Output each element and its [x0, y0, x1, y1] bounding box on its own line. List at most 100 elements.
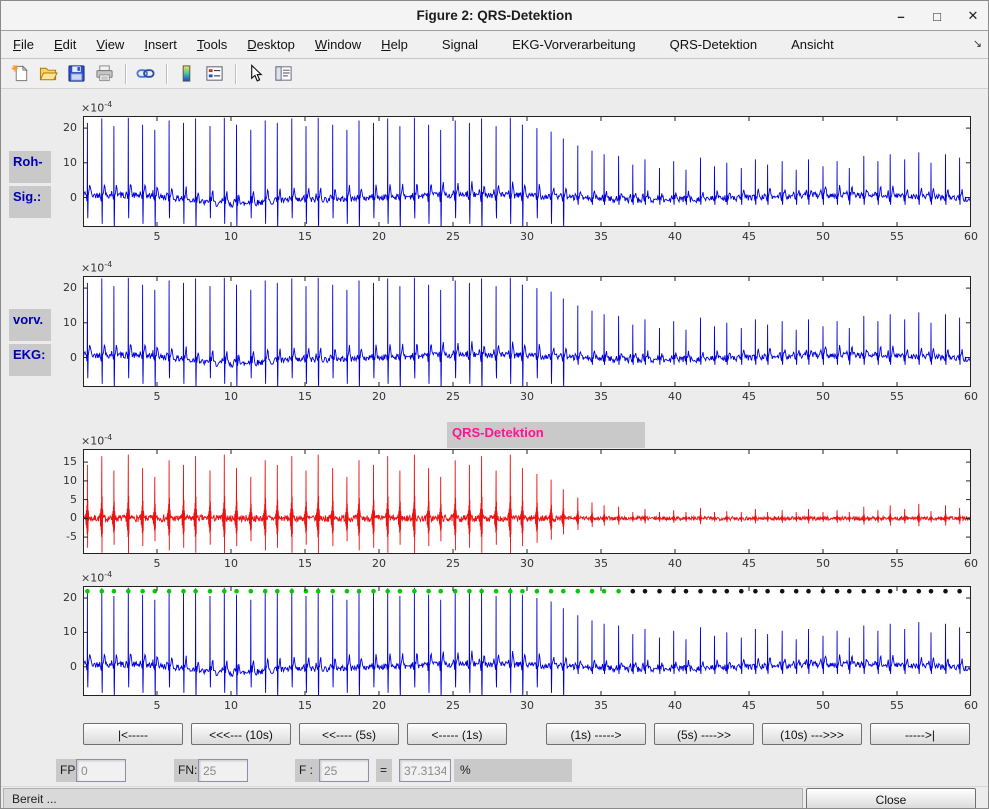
x-tick-label: 25 [436, 230, 470, 243]
missed-beat-marker [929, 589, 934, 594]
plot-canvas-detektion-marker [83, 586, 971, 696]
menu-qrs-detektion[interactable]: QRS-Detektion [660, 33, 767, 56]
x-tick-label: 10 [214, 699, 248, 712]
missed-beat-marker [643, 589, 648, 594]
maximize-button[interactable]: □ [930, 9, 944, 24]
x-tick-label: 60 [954, 557, 988, 570]
f-label: F : [295, 759, 319, 782]
legend-icon[interactable] [201, 62, 227, 86]
menu-view[interactable]: View [86, 33, 134, 56]
x-tick-label: 10 [214, 557, 248, 570]
close-window-button[interactable]: ✕ [966, 8, 980, 24]
nav-fwd-5s-button[interactable]: (5s) ---->> [654, 723, 754, 745]
y-exponent-label: ×10-4 [81, 433, 112, 448]
fp-field[interactable] [76, 759, 126, 782]
detected-beat-marker [222, 589, 227, 594]
detected-beat-marker [494, 589, 499, 594]
y-tick-label: -5 [45, 530, 77, 543]
detected-beat-marker [616, 589, 621, 594]
colorbar-icon[interactable] [173, 62, 199, 86]
missed-beat-marker [698, 589, 703, 594]
nav-back-10s-button[interactable]: <<<--- (10s) [191, 723, 291, 745]
detected-beat-marker [140, 589, 145, 594]
f-field[interactable] [319, 759, 369, 782]
detected-beat-marker [167, 589, 172, 594]
x-tick-label: 45 [732, 699, 766, 712]
menu-overflow-icon[interactable]: ↘ [973, 37, 982, 50]
nav-back-5s-button[interactable]: <<---- (5s) [299, 723, 399, 745]
detected-beat-marker [508, 589, 513, 594]
toolbar-separator [125, 64, 126, 84]
missed-beat-marker [902, 589, 907, 594]
menu-edit[interactable]: Edit [44, 33, 86, 56]
missed-beat-marker [753, 589, 758, 594]
y-tick-label: 0 [45, 191, 77, 204]
detected-beat-marker [249, 589, 254, 594]
x-tick-label: 25 [436, 557, 470, 570]
missed-beat-marker [780, 589, 785, 594]
detected-beat-marker [561, 589, 566, 594]
detected-beat-marker [234, 589, 239, 594]
detected-beat-marker [520, 589, 525, 594]
x-tick-label: 35 [584, 230, 618, 243]
print-icon[interactable] [91, 62, 117, 86]
nav-start-button[interactable]: |<----- [83, 723, 183, 745]
x-tick-label: 5 [140, 699, 174, 712]
menu-help[interactable]: Help [371, 33, 418, 56]
x-tick-label: 5 [140, 557, 174, 570]
x-tick-label: 20 [362, 390, 396, 403]
x-tick-label: 55 [880, 557, 914, 570]
menu-window[interactable]: Window [305, 33, 371, 56]
link-plot-icon[interactable] [132, 62, 158, 86]
menu-file[interactable]: File [3, 33, 44, 56]
fn-field[interactable] [198, 759, 248, 782]
detected-beat-marker [208, 589, 213, 594]
x-tick-label: 20 [362, 230, 396, 243]
menu-tools[interactable]: Tools [187, 33, 237, 56]
toolbar [1, 59, 988, 89]
detected-beat-marker [193, 589, 198, 594]
x-tick-label: 25 [436, 390, 470, 403]
detected-beat-marker [549, 589, 554, 594]
save-icon[interactable] [63, 62, 89, 86]
detected-beat-marker [304, 589, 309, 594]
plot-canvas-vorverarbeitetes-ekg [83, 276, 971, 387]
x-tick-label: 35 [584, 557, 618, 570]
x-tick-label: 40 [658, 390, 692, 403]
nav-back-1s-button[interactable]: <----- (1s) [407, 723, 507, 745]
titlebar: Figure 2: QRS-Detektion – □ ✕ [1, 1, 988, 31]
close-button[interactable]: Close [806, 788, 976, 809]
detected-beat-marker [316, 589, 321, 594]
x-tick-label: 15 [288, 699, 322, 712]
x-tick-label: 30 [510, 390, 544, 403]
nav-fwd-10s-button[interactable]: (10s) --->>> [762, 723, 862, 745]
menu-insert[interactable]: Insert [134, 33, 187, 56]
f-percent-field[interactable] [399, 759, 451, 782]
y-exponent-label: ×10-4 [81, 570, 112, 585]
x-tick-label: 40 [658, 699, 692, 712]
menu-desktop[interactable]: Desktop [237, 33, 305, 56]
menu-ansicht[interactable]: Ansicht [781, 33, 844, 56]
menu-ekg-vorverarbeitung[interactable]: EKG-Vorverarbeitung [502, 33, 646, 56]
x-tick-label: 30 [510, 699, 544, 712]
nav-end-button[interactable]: ----->| [870, 723, 970, 745]
x-tick-label: 10 [214, 230, 248, 243]
edit-plot-cursor-icon[interactable] [242, 62, 268, 86]
x-tick-label: 50 [806, 699, 840, 712]
new-document-icon[interactable] [7, 62, 33, 86]
plot-browser-icon[interactable] [270, 62, 296, 86]
minimize-button[interactable]: – [894, 9, 908, 24]
nav-fwd-1s-button[interactable]: (1s) -----> [546, 723, 646, 745]
menu-signal[interactable]: Signal [432, 33, 488, 56]
missed-beat-marker [862, 589, 867, 594]
open-folder-icon[interactable] [35, 62, 61, 86]
x-tick-label: 50 [806, 557, 840, 570]
detected-beat-marker [412, 589, 417, 594]
x-tick-label: 45 [732, 390, 766, 403]
missed-beat-marker [876, 589, 881, 594]
x-tick-label: 55 [880, 390, 914, 403]
detected-beat-marker [330, 589, 335, 594]
statusbar: Bereit ... Close [1, 786, 988, 809]
x-tick-label: 55 [880, 230, 914, 243]
detected-beat-marker [576, 589, 581, 594]
